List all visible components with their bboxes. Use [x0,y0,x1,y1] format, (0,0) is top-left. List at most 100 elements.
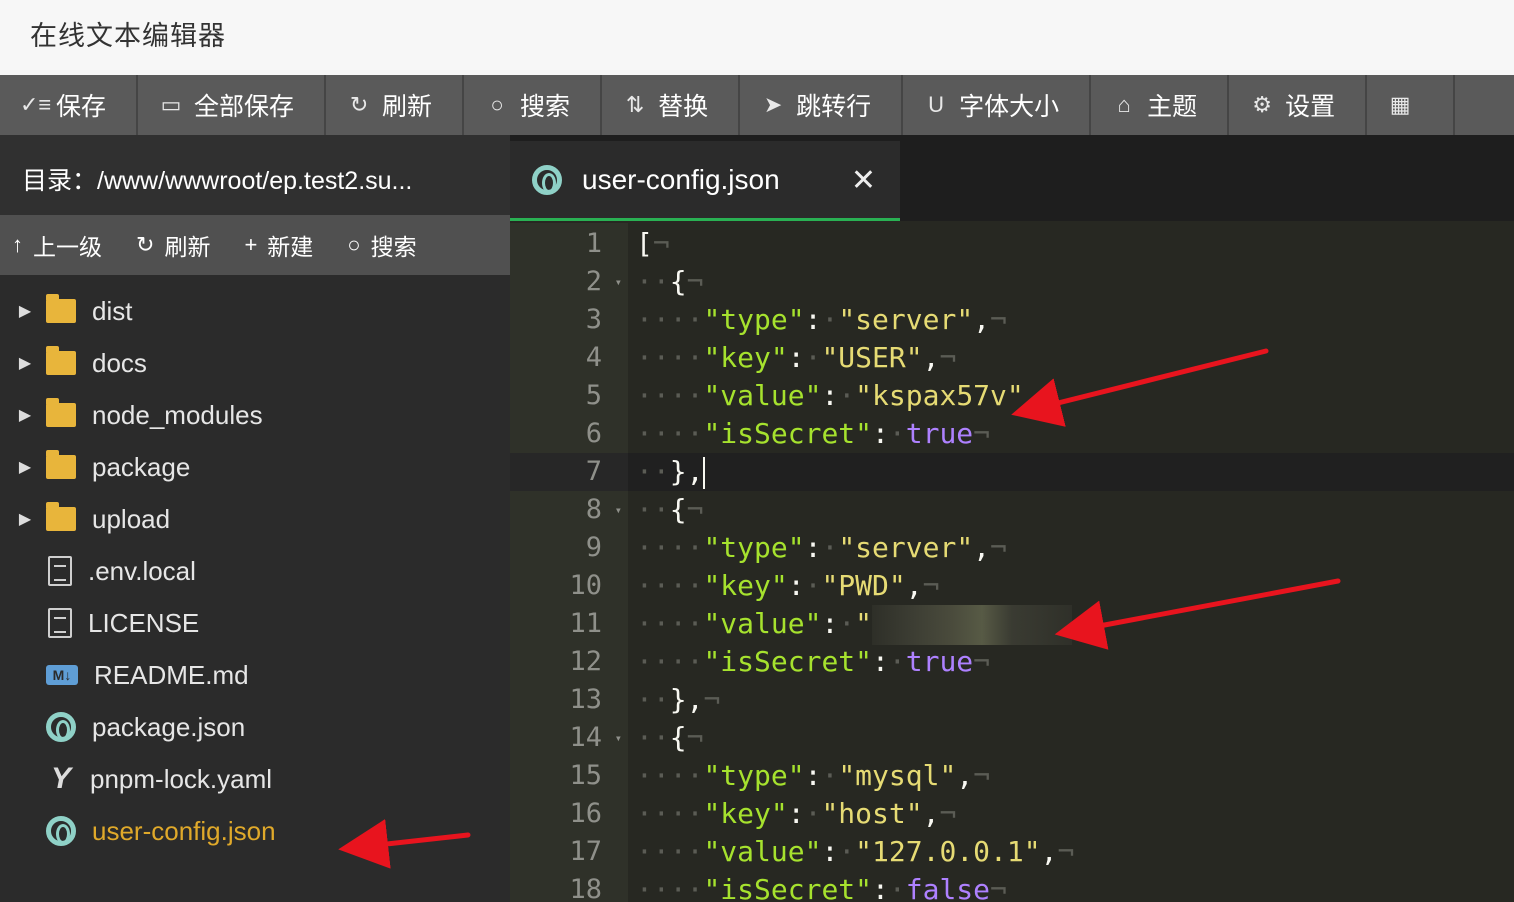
code-text: ··{¬ [636,493,704,526]
font-size-button[interactable]: U 字体大小 [903,75,1092,135]
code-line[interactable]: 17 ····"value":·"127.0.0.1",¬ [510,833,1514,871]
code-line[interactable]: 13 ··},¬ [510,681,1514,719]
parent-dir-label: 上一级 [33,234,102,260]
fold-arrow-icon[interactable]: ▾ [615,263,622,301]
code-line[interactable]: 15 ····"type":·"mysql",¬ [510,757,1514,795]
fold-arrow-icon[interactable]: ▾ [615,719,622,757]
theme-label: 主题 [1147,93,1198,121]
sidebar-refresh-button[interactable]: ↻ 刷新 [136,228,210,262]
tree-item-pnpm-lock[interactable]: Ypnpm-lock.yaml [0,753,510,805]
line-number: 18 [569,874,602,902]
fold-arrow-icon[interactable]: ▾ [615,491,622,529]
tree-item-node-modules[interactable]: ▶ node_modules [0,389,510,441]
tree-item-readme[interactable]: M↓ README.md [0,649,510,701]
file-icon [48,556,72,586]
tree-item-package[interactable]: ▶ package [0,441,510,493]
close-icon[interactable]: ✕ [851,163,876,198]
tree-item-upload[interactable]: ▶ upload [0,493,510,545]
code-line[interactable]: 14 ▾ ··{¬ [510,719,1514,757]
parent-dir-button[interactable]: ↑ 上一级 [12,228,102,262]
code-line[interactable]: 7 ··}, [510,453,1514,491]
tree-item-env-local[interactable]: .env.local [0,545,510,597]
sidebar-search-button[interactable]: ○ 搜索 [347,228,416,262]
code-text: [¬ [636,227,670,260]
line-number: 4 [585,342,602,373]
code-line[interactable]: 5 ····"value":·"kspax57v",¬ [510,377,1514,415]
tree-item-dist[interactable]: ▶ dist [0,285,510,337]
code-text: ····"value":·"127.0.0.1",¬ [636,835,1075,868]
file-tree: ▶ dist ▶ docs ▶ node_modules ▶ package ▶ uplo… [0,285,510,857]
code-line[interactable]: 6 ····"isSecret":·true¬ [510,415,1514,453]
replace-icon: ⇅ [625,92,645,117]
caret-right-icon[interactable]: ▶ [0,509,46,529]
tree-item-label: dist [92,295,133,326]
code-line[interactable]: 2 ▾ ··{¬ [510,263,1514,301]
caret-right-icon[interactable]: ▶ [0,301,46,321]
line-number: 15 [569,760,602,791]
line-number: 14 ▾ [510,719,628,757]
code-line[interactable]: 11 ····"value":·" [510,605,1514,645]
text-cursor [703,457,706,489]
refresh-button[interactable]: ↻ 刷新 [326,75,465,135]
theme-button[interactable]: ⌂ 主题 [1091,75,1230,135]
code-line[interactable]: 3 ····"type":·"server",¬ [510,301,1514,339]
settings-icon: ⚙ [1252,92,1272,117]
settings-button[interactable]: ⚙ 设置 [1229,75,1368,135]
tree-item-license[interactable]: LICENSE [0,597,510,649]
caret-right-icon[interactable]: ▶ [0,457,46,477]
font-size-icon: U [928,92,945,117]
search-icon: ○ [490,92,504,117]
line-number: 6 [585,418,602,449]
tree-item-label: LICENSE [88,607,200,638]
line-number: 16 [569,798,602,829]
tree-item-user-config[interactable]: user-config.json [0,805,510,857]
file-icon [48,608,72,638]
theme-icon: ⌂ [1117,92,1131,117]
replace-button[interactable]: ⇅ 替换 [602,75,741,135]
new-file-label: 新建 [267,234,314,260]
code-editor[interactable]: 1 [¬ 2 ▾ ··{¬ 3 ····"type":·"server",¬ 4 ····"ke… [510,223,1514,902]
tab-user-config[interactable]: user-config.json ✕ [510,141,900,221]
code-line[interactable]: 16 ····"key":·"host",¬ [510,795,1514,833]
code-line[interactable]: 8 ▾ ··{¬ [510,491,1514,529]
code-line[interactable]: 18 ····"isSecret":·false¬ [510,871,1514,902]
title-bar: 在线文本编辑器 [0,0,1514,75]
search-button[interactable]: ○ 搜索 [464,75,603,135]
code-text: ····"value":·" [636,605,1073,645]
code-line[interactable]: 9 ····"type":·"server",¬ [510,529,1514,567]
line-number: 9 [585,532,602,563]
arrow-up-icon: ↑ [12,232,23,257]
save-label: 保存 [56,93,107,121]
code-line[interactable]: 1 [¬ [510,225,1514,263]
code-line[interactable]: 4 ····"key":·"USER",¬ [510,339,1514,377]
code-line[interactable]: 10 ····"key":·"PWD",¬ [510,567,1514,605]
line-number: 5 [585,380,602,411]
code-line[interactable]: 12 ····"isSecret":·true¬ [510,643,1514,681]
json-icon [46,816,76,846]
settings-label: 设置 [1285,93,1336,121]
tree-item-label: .env.local [88,555,196,586]
yaml-icon: Y [50,762,71,795]
new-file-button[interactable]: + 新建 [244,228,313,262]
goto-line-button[interactable]: ➤ 跳转行 [740,75,904,135]
app-title: 在线文本编辑器 [30,21,226,51]
tree-item-package-json[interactable]: package.json [0,701,510,753]
caret-right-icon[interactable]: ▶ [0,405,46,425]
tree-item-docs[interactable]: ▶ docs [0,337,510,389]
caret-right-icon[interactable]: ▶ [0,353,46,373]
save-icon: ✓≡ [20,92,52,117]
tree-item-label: README.md [94,659,249,690]
code-text: ··{¬ [636,721,704,754]
folder-icon [46,502,76,531]
folder-icon [46,450,76,479]
calendar-button[interactable]: ▦ [1367,75,1456,135]
save-button[interactable]: ✓≡ 保存 [0,75,139,135]
tree-item-label: package.json [92,711,246,742]
directory-path: 目录：/www/wwwroot/ep.test2.su... [0,135,510,215]
toolbar: ✓≡ 保存 ▭ 全部保存 ↻ 刷新 ○ 搜索 ⇅ 替换 ➤ 跳转行 U 字体大小 ⌂ 主题 ⚙ 设… [0,75,1514,135]
code-text: ····"key":·"PWD",¬ [636,569,940,602]
line-number: 11 [569,608,602,639]
tree-item-label: package [92,451,191,482]
save-all-button[interactable]: ▭ 全部保存 [138,75,327,135]
save-all-icon: ▭ [160,92,182,117]
